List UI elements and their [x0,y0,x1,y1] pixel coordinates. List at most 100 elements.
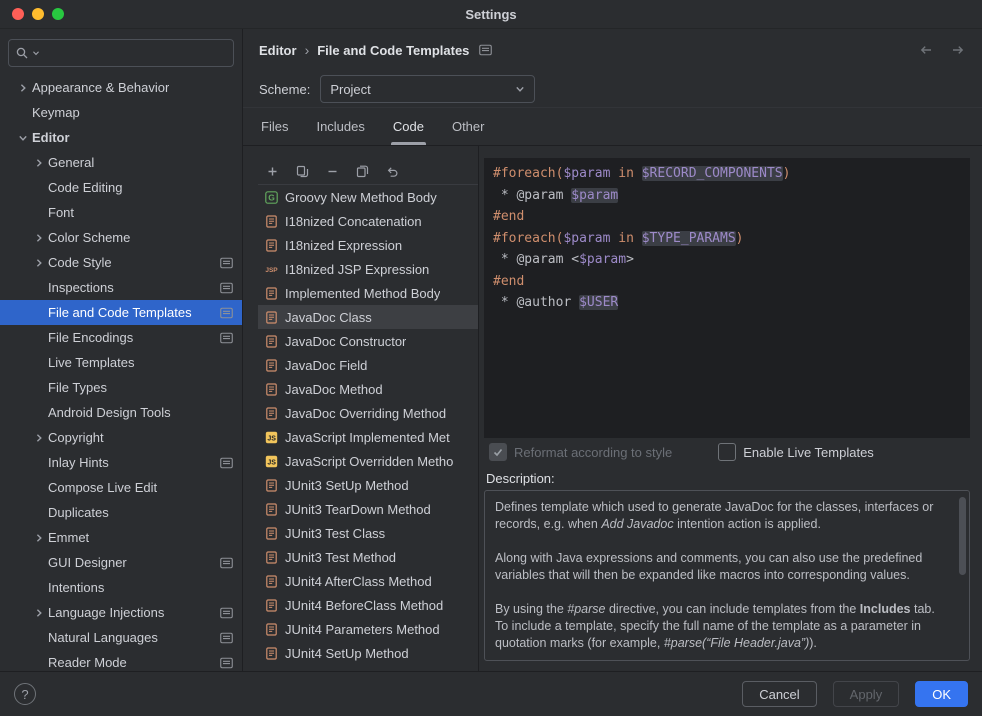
description-panel: Defines template which used to generate … [484,490,970,661]
template-item-junit4-beforeclass-method[interactable]: JUnit4 BeforeClass Method [258,593,478,617]
sidebar-item-appearance-behavior[interactable]: Appearance & Behavior [0,75,242,100]
create-child-template-button[interactable] [294,163,310,179]
breadcrumb: Editor › File and Code Templates [243,29,982,71]
sidebar-item-duplicates[interactable]: Duplicates [0,500,242,525]
template-file-icon [264,599,279,612]
sidebar-item-color-scheme[interactable]: Color Scheme [0,225,242,250]
sidebar-item-emmet[interactable]: Emmet [0,525,242,550]
ok-button[interactable]: OK [915,681,968,707]
settings-search-box[interactable] [8,39,234,67]
template-item-i18nized-expression[interactable]: I18nized Expression [258,233,478,257]
template-file-icon [264,479,279,492]
sidebar-item-language-injections[interactable]: Language Injections [0,600,242,625]
chevron-right-icon[interactable] [30,233,48,243]
sidebar-item-natural-languages[interactable]: Natural Languages [0,625,242,650]
sidebar-item-compose-live-edit[interactable]: Compose Live Edit [0,475,242,500]
sidebar-item-gui-designer[interactable]: GUI Designer [0,550,242,575]
search-input[interactable] [43,45,227,62]
chevron-right-icon[interactable] [30,258,48,268]
template-code-editor[interactable]: #foreach($param in $RECORD_COMPONENTS) *… [484,158,970,438]
groovy-file-icon: G [264,191,279,204]
template-item-i18nized-jsp-expression[interactable]: JSPI18nized JSP Expression [258,257,478,281]
template-item-javadoc-field[interactable]: JavaDoc Field [258,353,478,377]
sidebar-item-file-types[interactable]: File Types [0,375,242,400]
template-item-junit4-setup-method[interactable]: JUnit4 SetUp Method [258,641,478,665]
template-item-implemented-method-body[interactable]: Implemented Method Body [258,281,478,305]
tab-code[interactable]: Code [393,108,424,145]
sidebar-item-label: Code Style [48,255,112,270]
minimize-button[interactable] [32,8,44,20]
breadcrumb-root[interactable]: Editor [259,43,297,58]
template-item-javadoc-overriding-method[interactable]: JavaDoc Overriding Method [258,401,478,425]
template-item-junit3-test-method[interactable]: JUnit3 Test Method [258,545,478,569]
template-item-junit3-teardown-method[interactable]: JUnit3 TearDown Method [258,497,478,521]
sidebar-item-android-design-tools[interactable]: Android Design Tools [0,400,242,425]
template-item-label: JUnit4 AfterClass Method [285,574,432,589]
template-item-junit3-test-class[interactable]: JUnit3 Test Class [258,521,478,545]
sidebar-item-inspections[interactable]: Inspections [0,275,242,300]
forward-button[interactable] [950,43,966,57]
template-item-javadoc-constructor[interactable]: JavaDoc Constructor [258,329,478,353]
template-item-javadoc-method[interactable]: JavaDoc Method [258,377,478,401]
reformat-checkbox[interactable] [489,443,507,461]
sidebar-item-copyright[interactable]: Copyright [0,425,242,450]
tab-includes[interactable]: Includes [316,108,364,145]
template-item-javadoc-class[interactable]: JavaDoc Class [258,305,478,329]
template-item-label: I18nized Expression [285,238,402,253]
sidebar-item-code-editing[interactable]: Code Editing [0,175,242,200]
template-item-label: JavaDoc Field [285,358,367,373]
template-item-junit3-setup-method[interactable]: JUnit3 SetUp Method [258,473,478,497]
titlebar: Settings [0,0,982,29]
sidebar-item-intentions[interactable]: Intentions [0,575,242,600]
back-button[interactable] [918,43,934,57]
apply-button[interactable]: Apply [833,681,900,707]
js-file-icon: JS [264,455,279,468]
sidebar-item-editor[interactable]: Editor [0,125,242,150]
duplicate-template-button[interactable] [354,163,370,179]
svg-text:G: G [268,192,275,202]
zoom-button[interactable] [52,8,64,20]
cancel-button[interactable]: Cancel [742,681,816,707]
sidebar-item-reader-mode[interactable]: Reader Mode [0,650,242,671]
live-templates-checkbox[interactable] [718,443,736,461]
sidebar-item-label: Live Templates [48,355,134,370]
reset-template-button[interactable] [384,163,400,179]
project-scope-icon [220,307,233,319]
sidebar-item-live-templates[interactable]: Live Templates [0,350,242,375]
chevron-right-icon[interactable] [30,608,48,618]
chevron-right-icon[interactable] [30,158,48,168]
sidebar-item-keymap[interactable]: Keymap [0,100,242,125]
sidebar-item-file-and-code-templates[interactable]: File and Code Templates [0,300,242,325]
chevron-right-icon[interactable] [14,83,32,93]
template-item-junit4-parameters-method[interactable]: JUnit4 Parameters Method [258,617,478,641]
template-item-javascript-implemented-met[interactable]: JSJavaScript Implemented Met [258,425,478,449]
chevron-right-icon[interactable] [30,433,48,443]
sidebar-item-label: Duplicates [48,505,109,520]
tab-files[interactable]: Files [261,108,288,145]
description-label: Description: [484,466,970,490]
template-item-junit4-afterclass-method[interactable]: JUnit4 AfterClass Method [258,569,478,593]
search-history-chevron-icon[interactable] [32,49,40,57]
description-scrollbar[interactable] [959,497,966,575]
chevron-down-icon[interactable] [14,133,32,143]
close-button[interactable] [12,8,24,20]
template-item-groovy-new-method-body[interactable]: GGroovy New Method Body [258,185,478,209]
template-item-label: JavaScript Overridden Metho [285,454,453,469]
remove-template-button[interactable] [324,163,340,179]
scheme-dropdown[interactable]: Project [320,75,535,103]
add-template-button[interactable] [264,163,280,179]
template-item-javascript-overridden-metho[interactable]: JS JavaScript Overridden Metho [258,449,478,473]
breadcrumb-separator: › [305,42,310,58]
sidebar-item-code-style[interactable]: Code Style [0,250,242,275]
template-file-icon [264,647,279,660]
template-item-i18nized-concatenation[interactable]: I18nized Concatenation [258,209,478,233]
sidebar-item-file-encodings[interactable]: File Encodings [0,325,242,350]
tab-other[interactable]: Other [452,108,485,145]
sidebar-item-label: Appearance & Behavior [32,80,169,95]
sidebar-item-font[interactable]: Font [0,200,242,225]
template-file-icon [264,311,279,324]
chevron-right-icon[interactable] [30,533,48,543]
sidebar-item-general[interactable]: General [0,150,242,175]
sidebar-item-inlay-hints[interactable]: Inlay Hints [0,450,242,475]
help-button[interactable]: ? [14,683,36,705]
